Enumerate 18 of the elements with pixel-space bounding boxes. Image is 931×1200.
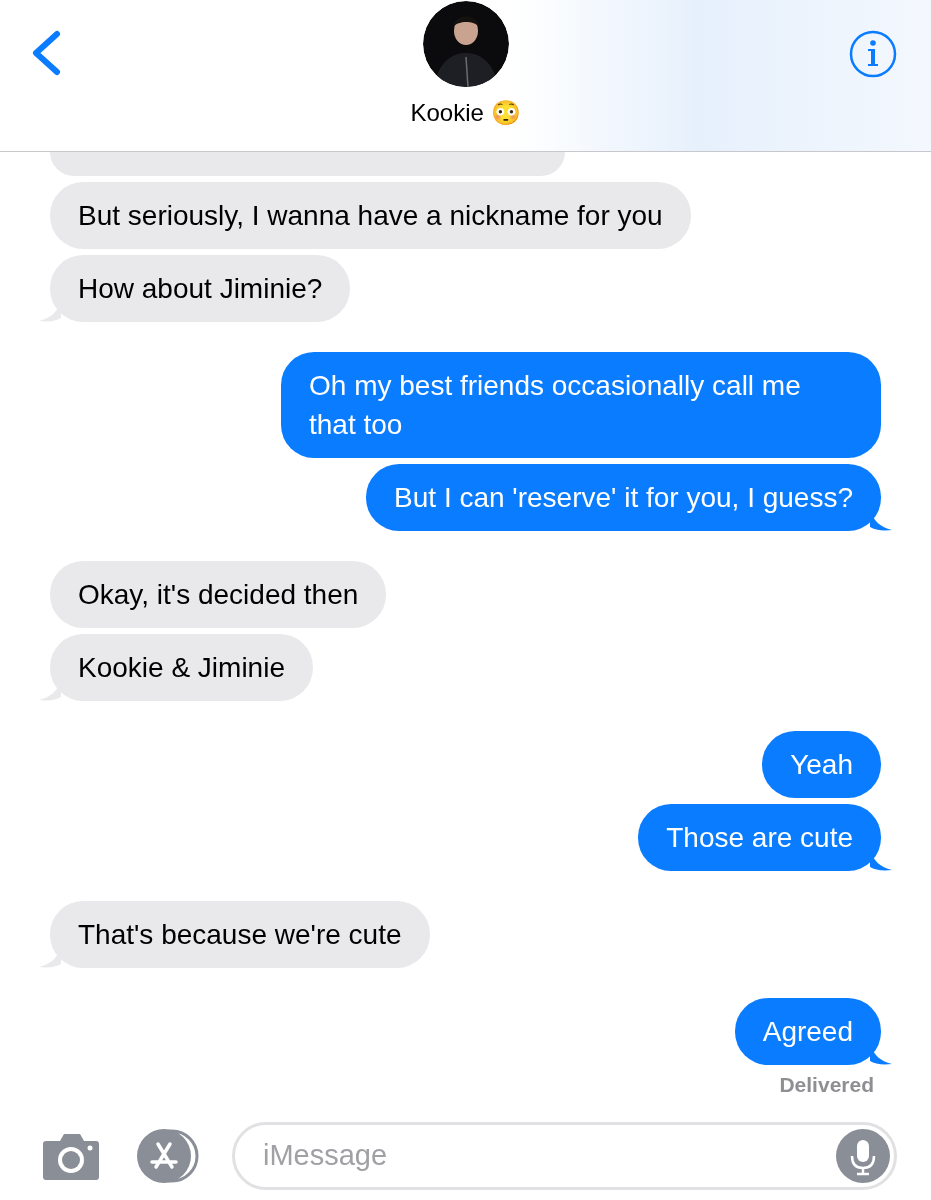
message-bubble: That's because we're cute (50, 901, 430, 968)
message-input[interactable]: iMessage (263, 1134, 836, 1178)
message-bubble: How about Jiminie? (50, 255, 351, 322)
message-bubble: Those are cute (638, 804, 881, 871)
message-bubble: Yeah (762, 731, 881, 798)
message-bubble: But I can 'reserve' it for you, I guess? (366, 464, 881, 531)
back-icon[interactable] (30, 30, 62, 76)
message-bubble: Agreed (734, 998, 881, 1065)
message-bubble: Oh my best friends occasionally call me that too (281, 352, 881, 458)
message-bubble: Kookie & Jiminie (50, 634, 313, 701)
message-composer[interactable]: iMessage (232, 1122, 897, 1190)
contact-name[interactable]: Kookie 😳 (410, 98, 521, 128)
microphone-icon[interactable] (836, 1129, 890, 1183)
message-bubble: Okay, it's decided then (50, 561, 387, 628)
delivery-status: Delivered (779, 1072, 874, 1098)
info-icon[interactable] (849, 30, 897, 78)
message-bubble: But seriously, I wanna have a nickname for you (50, 182, 691, 249)
camera-icon[interactable] (42, 1131, 100, 1181)
